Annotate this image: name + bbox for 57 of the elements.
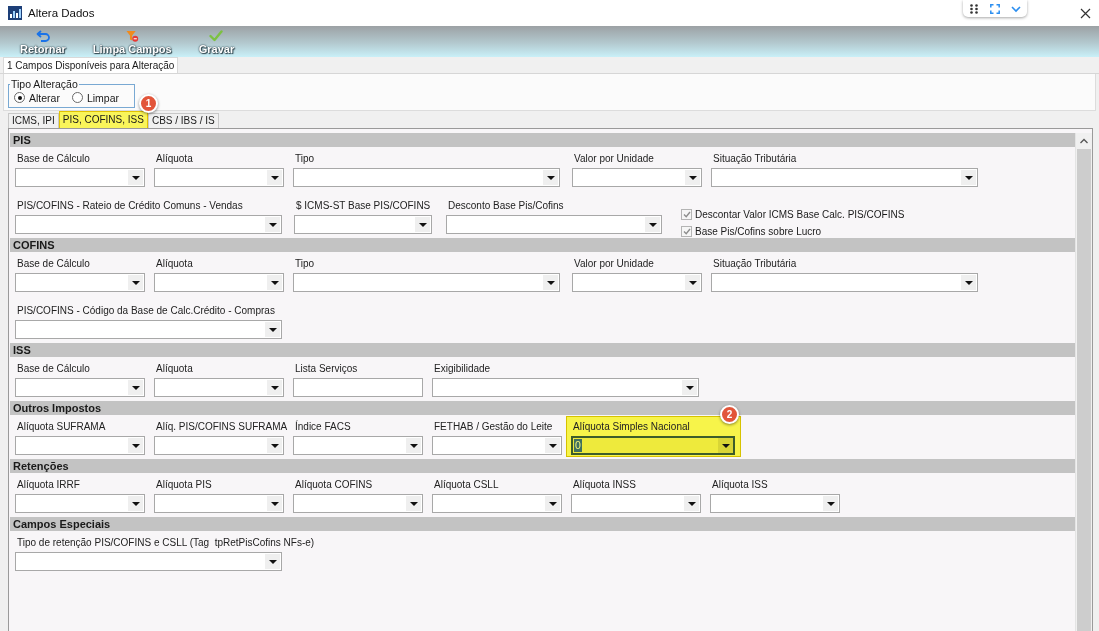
field-label: Exigibilidade (434, 362, 491, 376)
field-label: Tipo (295, 257, 315, 271)
field-label: Alíquota ISS (712, 478, 768, 492)
checkbox[interactable]: Descontar Valor ICMS Base Calc. PIS/COFINS (681, 206, 905, 222)
field-label: Alíquota PIS (156, 478, 212, 492)
section-header: Retenções (10, 459, 1075, 473)
field-label: Alíq. PIS/COFINS SUFRAMA (156, 420, 288, 434)
section-header: ISS (10, 343, 1075, 357)
tab[interactable]: ICMS, IPI (8, 113, 59, 128)
field-label: Tipo (295, 152, 315, 166)
field-label: Alíquota CSLL (434, 478, 499, 492)
field-label: $ ICMS-ST Base PIS/COFINS (296, 199, 431, 213)
field-label: Situação Tributária (713, 152, 797, 166)
radio-option[interactable]: Alterar (14, 91, 60, 104)
field-label: Alíquota (156, 362, 193, 376)
field-label: Alíquota (156, 152, 193, 166)
field-label: PIS/COFINS - Rateio de Crédito Comuns - Vendas (17, 199, 243, 213)
undo-arrow-icon (35, 30, 50, 42)
field-label: Tipo de retenção PIS/COFINS e CSLL (Tag tpRetPisCofins NFs-e) (17, 536, 315, 550)
combo-box[interactable]: 0 (571, 436, 735, 455)
page-tab[interactable]: 1 Campos Disponíveis para Alteração (3, 57, 179, 73)
field-label: Desconto Base Pis/Cofins (448, 199, 564, 213)
check-icon (209, 30, 224, 42)
field-label: Alíquota Simples Nacional (573, 420, 690, 434)
checkbox[interactable]: Base Pis/Cofins sobre Lucro (681, 223, 905, 239)
field-label: Valor por Unidade (574, 257, 654, 271)
field-label: FETHAB / Gestão do Leite (434, 420, 553, 434)
group-title: Tipo Alteração (10, 79, 79, 90)
section-header: PIS (10, 133, 1075, 147)
funnel-icon (125, 30, 140, 42)
field-label: Alíquota (156, 257, 193, 271)
chevron-down-icon[interactable] (1011, 3, 1021, 14)
field-label: Alíquota INSS (573, 478, 636, 492)
dots-grid-icon[interactable] (969, 3, 979, 14)
bar-chart-icon (8, 6, 22, 20)
close-icon[interactable] (1080, 7, 1091, 19)
scrollbar-thumb[interactable] (1077, 149, 1091, 631)
radio-option[interactable]: Limpar (71, 91, 120, 104)
field-label: Base de Cálculo (17, 362, 90, 376)
field-label: Situação Tributária (713, 257, 797, 271)
text-field[interactable] (293, 378, 423, 397)
field-label: Alíquota IRRF (17, 478, 80, 492)
field-label: Alíquota SUFRAMA (17, 420, 106, 434)
field-label: Alíquota COFINS (295, 478, 373, 492)
expand-icon[interactable] (990, 3, 1000, 14)
field-label: Lista Serviços (295, 362, 358, 376)
field-label: Base de Cálculo (17, 257, 90, 271)
vertical-scrollbar[interactable] (1075, 133, 1092, 631)
tab[interactable]: CBS / IBS / IS (147, 113, 219, 128)
section-header: Campos Especiais (10, 517, 1075, 531)
field-label: Valor por Unidade (574, 152, 654, 166)
tab[interactable]: PIS, COFINS, ISS (58, 111, 148, 128)
field-label: Base de Cálculo (17, 152, 90, 166)
window-title: Altera Dados (28, 7, 95, 19)
field-label: PIS/COFINS - Código da Base de Calc.Crédito - Compras (17, 304, 275, 318)
section-header: COFINS (10, 238, 1075, 252)
field-label: Índice FACS (295, 420, 351, 434)
